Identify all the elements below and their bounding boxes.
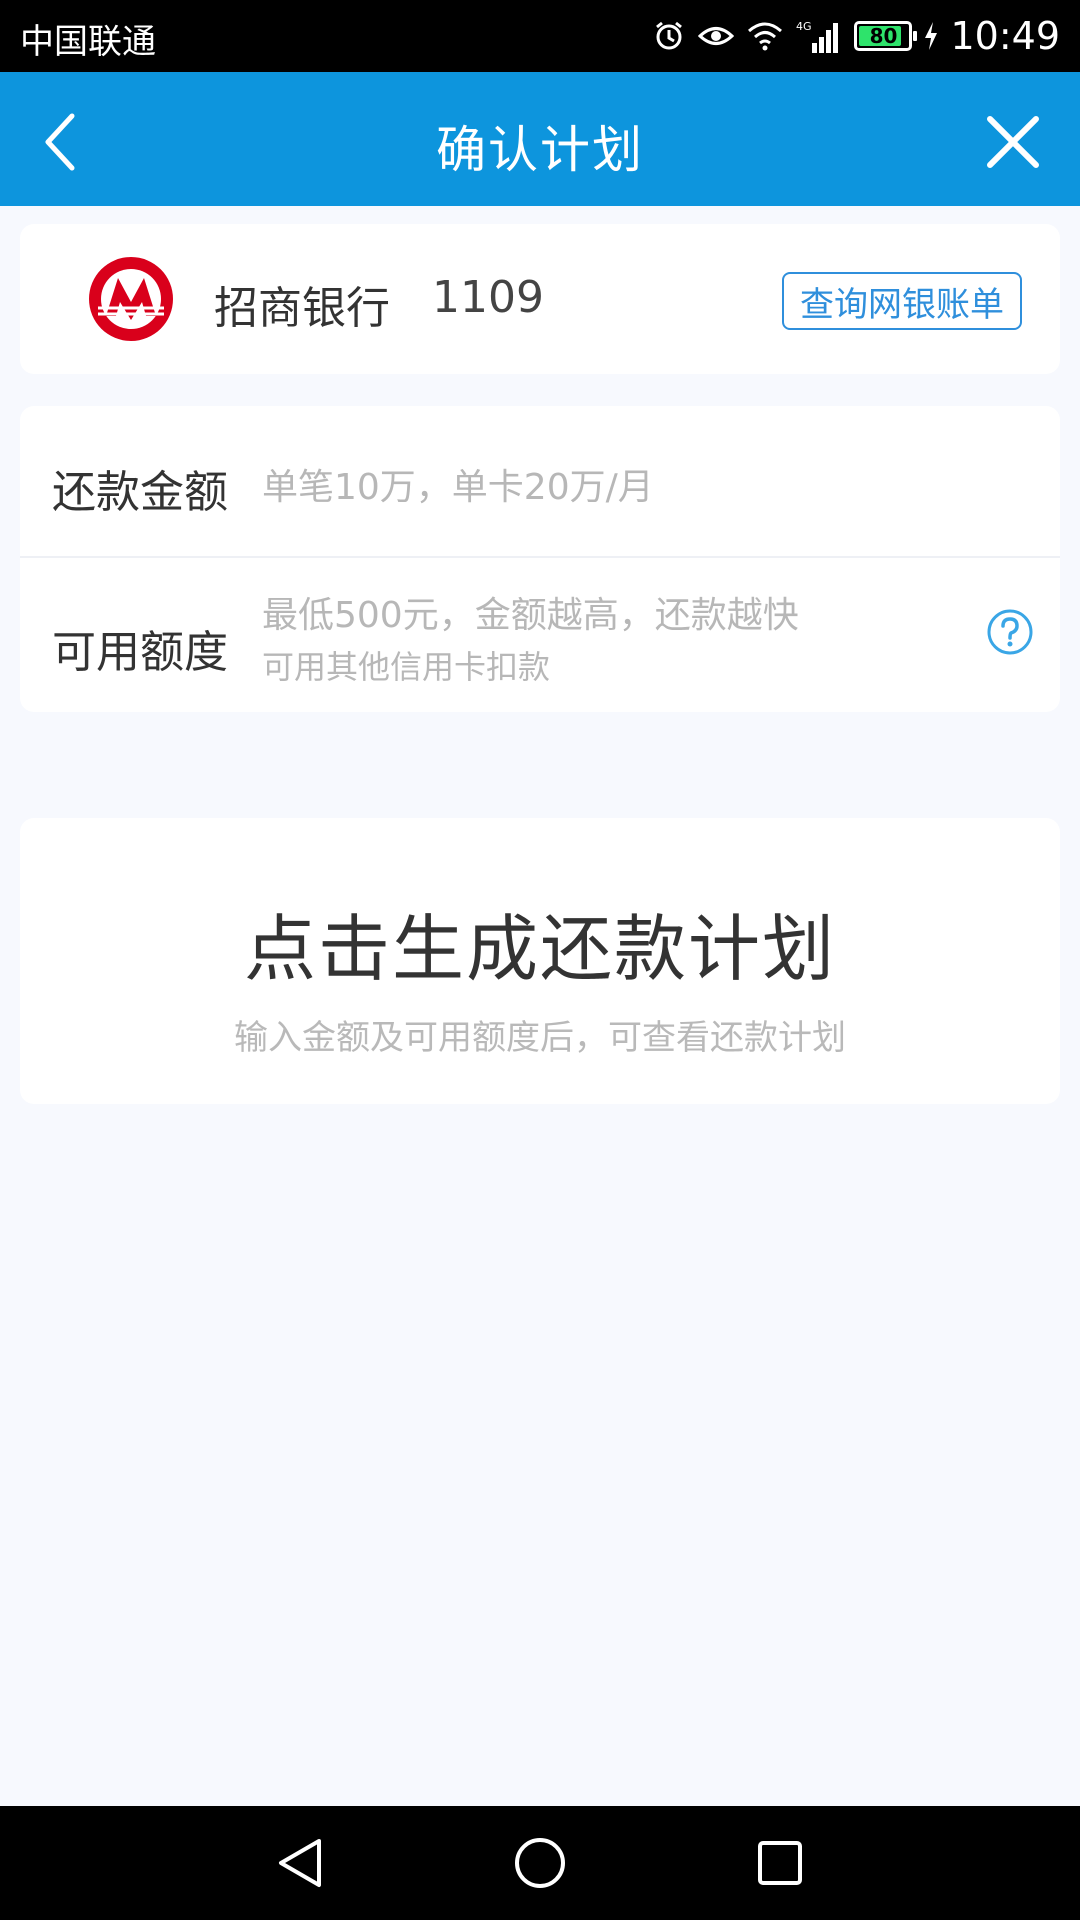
status-icons: 4G 80 10:49 xyxy=(652,10,1060,62)
repay-amount-row[interactable]: 还款金额 单笔10万，单卡20万/月 xyxy=(20,406,1060,558)
bank-name: 招商银行 xyxy=(214,283,390,334)
generate-plan-title[interactable]: 点击生成还款计划 xyxy=(20,890,1060,995)
nav-recents-button[interactable] xyxy=(745,1828,815,1898)
nav-home-button[interactable] xyxy=(505,1828,575,1898)
query-online-bill-button[interactable]: 查询网银账单 xyxy=(782,272,1022,330)
wifi-icon xyxy=(746,21,784,51)
available-credit-label: 可用额度 xyxy=(52,627,228,678)
cmb-logo-icon xyxy=(89,257,173,341)
available-credit-row[interactable]: 可用额度 最低500元，金额越高，还款越快 可用其他信用卡扣款 xyxy=(20,558,1060,712)
close-icon xyxy=(987,116,1039,168)
close-button[interactable] xyxy=(960,102,1040,182)
network-type: 4G xyxy=(796,20,812,33)
generate-plan-card[interactable]: 点击生成还款计划 输入金额及可用额度后，可查看还款计划 xyxy=(20,818,1060,1104)
eye-comfort-icon xyxy=(698,21,735,51)
bank-card: 招商银行 1109 查询网银账单 xyxy=(20,224,1060,374)
available-credit-sub-hint: 可用其他信用卡扣款 xyxy=(262,648,551,686)
card-tail-number: 1109 xyxy=(432,272,544,323)
triangle-back-icon xyxy=(279,1839,321,1887)
square-recents-icon xyxy=(758,1841,802,1885)
charging-icon xyxy=(924,22,938,50)
repay-amount-input[interactable]: 单笔10万，单卡20万/月 xyxy=(262,458,654,510)
available-credit-input[interactable]: 最低500元，金额越高，还款越快 xyxy=(262,586,799,638)
question-icon[interactable] xyxy=(986,608,1034,656)
alarm-icon xyxy=(652,19,686,53)
circle-home-icon xyxy=(515,1838,565,1888)
form-card: 还款金额 单笔10万，单卡20万/月 可用额度 最低500元，金额越高，还款越快… xyxy=(20,406,1060,712)
status-bar: 中国联通 4G 80 10:49 xyxy=(0,0,1080,72)
repay-amount-label: 还款金额 xyxy=(52,467,228,518)
battery-level: 80 xyxy=(869,24,898,48)
system-nav-bar xyxy=(0,1806,1080,1920)
signal-icon: 4G xyxy=(796,19,842,53)
carrier-name: 中国联通 xyxy=(20,22,156,62)
page-title: 确认计划 xyxy=(436,121,644,179)
clock: 10:49 xyxy=(950,14,1060,58)
battery-icon: 80 xyxy=(854,21,918,51)
generate-plan-subtitle: 输入金额及可用额度后，可查看还款计划 xyxy=(234,1018,846,1058)
app-bar: 确认计划 xyxy=(0,72,1080,206)
nav-back-button[interactable] xyxy=(265,1828,335,1898)
